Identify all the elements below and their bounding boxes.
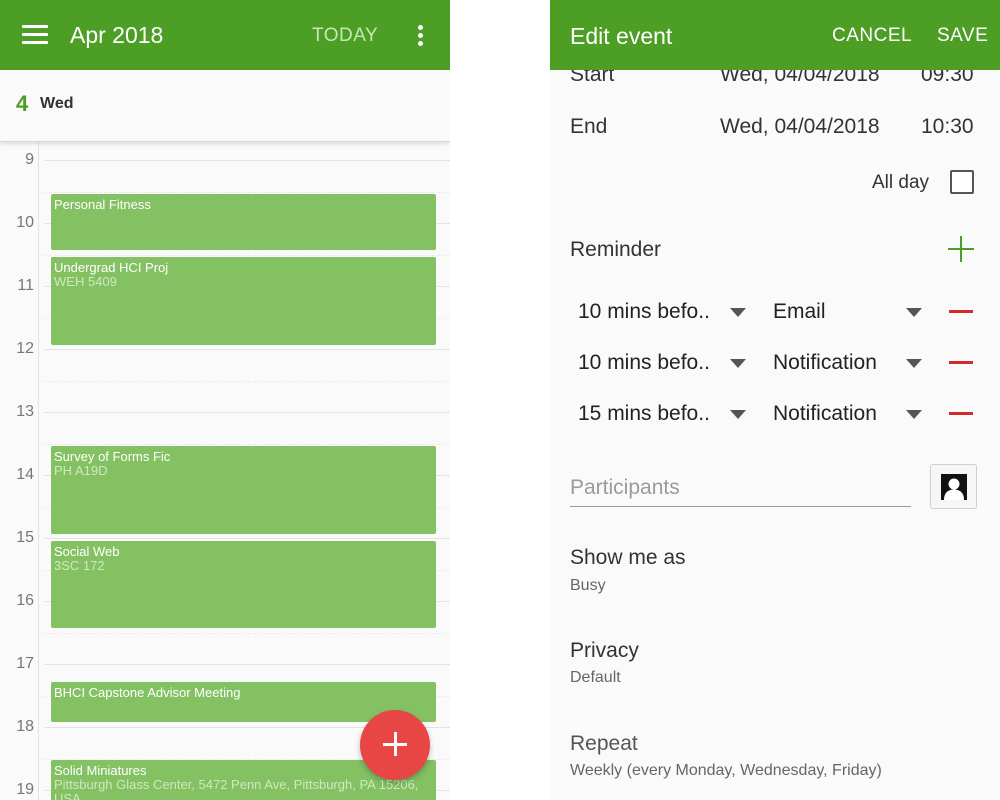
hour-label: 18 [16, 718, 34, 735]
contact-icon [941, 474, 967, 500]
event-title: Personal Fitness [54, 197, 151, 212]
half-hour-line [44, 381, 450, 382]
privacy-value: Default [570, 669, 621, 686]
reminder-method-select[interactable]: Email [773, 300, 826, 324]
hour-label: 19 [16, 781, 34, 798]
show-me-as-value: Busy [570, 577, 606, 594]
hour-label: 9 [25, 151, 34, 168]
chevron-down-icon[interactable] [906, 359, 922, 368]
calendar-app-bar: Apr 2018 TODAY [0, 0, 450, 70]
time-gutter-divider [38, 142, 39, 800]
reminder-method-select[interactable]: Notification [773, 402, 877, 426]
event-survey-of-forms[interactable]: Survey of Forms Fic PH A19D [51, 446, 436, 534]
event-title: BHCI Capstone Advisor Meeting [54, 685, 241, 700]
half-hour-line [44, 633, 450, 634]
all-day-label: All day [872, 172, 930, 193]
hour-label: 17 [16, 655, 34, 672]
event-location: PH A19D [54, 463, 108, 478]
event-location: Pittsburgh Glass Center, 5472 Penn Ave, … [54, 777, 419, 800]
hour-label: 13 [16, 403, 34, 420]
hour-line [44, 160, 450, 161]
event-location: 3SC 172 [54, 558, 105, 573]
screen: Apr 2018 TODAY 4 Wed 9 10 11 12 13 14 15… [0, 0, 1000, 800]
chevron-down-icon[interactable] [730, 410, 746, 419]
menu-icon[interactable] [22, 25, 48, 45]
event-title: Undergrad HCI Proj [54, 260, 169, 275]
half-hour-line [44, 255, 450, 256]
all-day-checkbox[interactable] [950, 170, 974, 194]
plus-icon[interactable] [948, 236, 974, 262]
month-title[interactable]: Apr 2018 [70, 22, 163, 49]
page-title: Edit event [570, 23, 673, 49]
reminder-time-select[interactable]: 15 mins befo.. [578, 402, 710, 426]
hour-line [44, 349, 450, 350]
minus-icon[interactable] [949, 361, 973, 364]
more-vert-icon[interactable] [410, 24, 430, 48]
privacy-label[interactable]: Privacy [570, 639, 639, 663]
reminder-time-select[interactable]: 10 mins befo.. [578, 300, 710, 324]
chevron-down-icon[interactable] [730, 308, 746, 317]
hour-line [44, 538, 450, 539]
minus-icon[interactable] [949, 412, 973, 415]
edit-event-app-bar: Edit event CANCEL SAVE [550, 0, 1000, 70]
hour-label: 14 [16, 466, 34, 483]
reminder-label: Reminder [570, 238, 662, 261]
end-date-field[interactable]: Wed, 04/04/2018 [720, 115, 880, 139]
hour-label: 11 [17, 277, 34, 294]
repeat-label[interactable]: Repeat [570, 732, 638, 756]
chevron-down-icon[interactable] [906, 410, 922, 419]
hour-label: 10 [16, 214, 34, 231]
end-time-field[interactable]: 10:30 [921, 115, 974, 139]
hour-line [44, 412, 450, 413]
cancel-button[interactable]: CANCEL [832, 25, 912, 47]
repeat-value: Weekly (every Monday, Wednesday, Friday) [570, 762, 882, 779]
chevron-down-icon[interactable] [730, 359, 746, 368]
day-number[interactable]: 4 [16, 91, 28, 117]
event-social-web[interactable]: Social Web 3SC 172 [51, 541, 436, 628]
participants-input[interactable] [570, 469, 911, 507]
day-name[interactable]: Wed [40, 95, 73, 113]
event-undergrad-hci-proj[interactable]: Undergrad HCI Proj WEH 5409 [51, 257, 436, 345]
hour-label: 12 [16, 340, 34, 357]
hour-label: 16 [16, 592, 34, 609]
event-personal-fitness[interactable]: Personal Fitness [51, 194, 436, 250]
save-button[interactable]: SAVE [937, 25, 988, 47]
reminder-time-select[interactable]: 10 mins befo.. [578, 351, 710, 375]
contact-picker-button[interactable] [930, 464, 977, 509]
hour-label: 15 [16, 529, 34, 546]
event-title: Social Web [54, 544, 120, 559]
half-hour-line [44, 444, 450, 445]
show-me-as-label[interactable]: Show me as [570, 546, 686, 570]
end-label: End [570, 115, 608, 138]
event-title: Survey of Forms Fic [54, 449, 171, 464]
event-location: WEH 5409 [54, 274, 117, 289]
add-event-fab[interactable] [360, 710, 430, 780]
reminder-method-select[interactable]: Notification [773, 351, 877, 375]
edit-event-screen: Edit event CANCEL SAVE Start Wed, 04/04/… [550, 0, 1000, 800]
today-button[interactable]: TODAY [312, 25, 378, 47]
calendar-day-view: Apr 2018 TODAY 4 Wed 9 10 11 12 13 14 15… [0, 0, 450, 800]
hour-line [44, 664, 450, 665]
minus-icon[interactable] [949, 310, 973, 313]
half-hour-line [44, 192, 450, 193]
chevron-down-icon[interactable] [906, 308, 922, 317]
